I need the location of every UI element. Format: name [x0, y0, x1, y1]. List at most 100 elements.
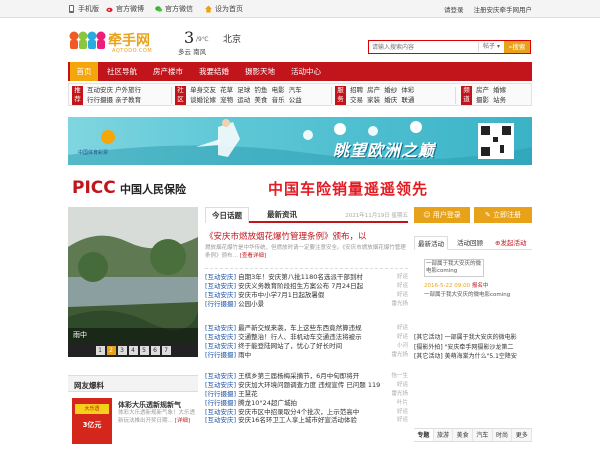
news-row[interactable]: [互动安庆] 安庆义务教育阶段招生方案公布 7月24日起 好运	[205, 282, 408, 291]
event-description[interactable]: 一部属于我大安庆的微电影coming	[424, 290, 510, 298]
slider-page[interactable]: 4	[128, 345, 138, 355]
news-row[interactable]: [互动安庆] 终于能登陆网站了，忧心了好长时间 小河	[205, 342, 408, 351]
news-title[interactable]: 自期3年！安庆第八批1180名选派干部到村	[238, 273, 363, 281]
cat-link[interactable]: 婚庆	[384, 96, 397, 104]
cat-link[interactable]: 电影	[272, 86, 285, 94]
register-button[interactable]: ✎ 立即注册	[474, 207, 532, 223]
nav-events[interactable]: 活动中心	[286, 62, 326, 81]
tab-fashion[interactable]: 时尚	[493, 429, 513, 441]
news-tag[interactable]: [互动安庆]	[205, 324, 236, 332]
news-row[interactable]: [互动安庆] 王棋乡第三届杨梅采摘节，6月中旬即将开 怡一生	[205, 372, 408, 381]
news-tag[interactable]: [互动安庆]	[205, 282, 236, 290]
news-row[interactable]: [行行摄摄] 雨中 雷光扬	[205, 351, 408, 360]
tab-latest-events[interactable]: 最新活动	[414, 236, 448, 250]
tab-more[interactable]: 更多	[512, 429, 533, 441]
netizen-thumbnail[interactable]: 大乐透 3亿元	[72, 398, 112, 444]
news-title[interactable]: 腾龙10°24超广城拍	[238, 399, 297, 407]
nav-wedding[interactable]: 我要结婚	[194, 62, 234, 81]
news-tag[interactable]: [行行摄摄]	[205, 351, 236, 359]
news-tag[interactable]: [互动安庆]	[205, 416, 236, 424]
register-link[interactable]: 注册安庆牵手网用户	[474, 4, 533, 14]
cat-link[interactable]: 花草	[220, 86, 233, 94]
login-link[interactable]: 请登录	[444, 4, 464, 14]
event-list-item[interactable]: [摄影外拍] "安庆牵手网摄影沙龙第二	[414, 343, 532, 353]
nav-real-estate[interactable]: 房产楼市	[148, 62, 188, 81]
cat-link[interactable]: 汽车	[289, 86, 302, 94]
set-home-link[interactable]: 设为首页	[205, 4, 243, 14]
news-title[interactable]: 交通整治！行人、非机动车交通违法将被示	[238, 333, 362, 341]
cat-link[interactable]: 招聘	[350, 86, 363, 94]
nav-community[interactable]: 社区导航	[102, 62, 142, 81]
news-tag[interactable]: [行行摄摄]	[205, 399, 236, 407]
event-list-item[interactable]: [其它活动] 一部属于我大安庆的微电影	[414, 333, 532, 343]
featured-slider[interactable]: 雨中 1 2 3 4 5 6 7	[68, 207, 198, 357]
cat-link[interactable]: 户外旅行	[115, 86, 141, 94]
search-button[interactable]: ⌕搜索	[504, 41, 530, 53]
cat-link[interactable]: 音乐	[272, 96, 285, 104]
weibo-link[interactable]: 官方微博	[106, 4, 144, 14]
news-title[interactable]: 最严新交规来袭，车上这些东西竟然算违规	[238, 324, 362, 332]
news-title[interactable]: 安庆义务教育阶段招生方案公布 7月24日起	[238, 282, 363, 290]
slider-page[interactable]: 3	[117, 345, 127, 355]
picc-banner[interactable]: PICC 中国人民保险 中国车险销量遥遥领先	[68, 172, 532, 204]
mobile-link[interactable]: 手机版	[68, 4, 99, 14]
news-row[interactable]: [行行摄摄] 公园小景 雷光扬	[205, 300, 408, 309]
news-row[interactable]: [行行摄摄] 王慧花 雷光扬	[205, 390, 408, 399]
news-row[interactable]: [互动安庆] 交通整治！行人、非机动车交通违法将被示 好运	[205, 333, 408, 342]
search-input[interactable]	[369, 41, 477, 53]
tab-event-review[interactable]: 活动回顾	[454, 236, 486, 250]
news-tag[interactable]: [互动安庆]	[205, 291, 236, 299]
cat-link[interactable]: 美食	[254, 96, 267, 104]
nav-home[interactable]: 首页	[70, 62, 98, 81]
slider-page[interactable]: 6	[150, 345, 160, 355]
news-tag[interactable]: [互动安庆]	[205, 273, 236, 281]
news-tag[interactable]: [互动安庆]	[205, 372, 236, 380]
cat-link[interactable]: 单身交友	[190, 86, 216, 94]
slider-page[interactable]: 7	[161, 345, 171, 355]
news-title[interactable]: 王棋乡第三届杨梅采摘节，6月中旬即将开	[238, 372, 359, 380]
headline-link[interactable]: 《安庆市燃放烟花爆竹管理条例》颁布，以	[205, 230, 408, 242]
news-row[interactable]: [互动安庆] 安庆16名环卫工人享上城市好宣活动体验 好运	[205, 416, 408, 425]
cat-link[interactable]: 房产	[367, 86, 380, 94]
news-tag[interactable]: [行行摄摄]	[205, 390, 236, 398]
cat-link[interactable]: 婚嫁	[493, 86, 506, 94]
news-tag[interactable]: [互动安庆]	[205, 342, 236, 350]
cat-link[interactable]: 房产	[476, 86, 489, 94]
cat-link[interactable]: 运动	[237, 96, 250, 104]
summary-more-link[interactable]: [查看详细]	[240, 253, 266, 259]
cat-link[interactable]: 谈婚论嫁	[190, 96, 216, 104]
news-row[interactable]: [行行摄摄] 腾龙10°24超广城拍 叶片	[205, 399, 408, 408]
news-title[interactable]: 雨中	[238, 351, 251, 359]
news-tag[interactable]: [互动安庆]	[205, 333, 236, 341]
slider-page-active[interactable]: 2	[106, 345, 116, 355]
news-title[interactable]: 安庆市区中招录取分4个批次，上示范高中	[238, 408, 359, 416]
cat-link[interactable]: 站务	[493, 96, 506, 104]
netizen-item-title[interactable]: 体彩大乐透新规新气	[118, 400, 181, 410]
search-type-select[interactable]: 帖子 ▾	[478, 42, 504, 52]
news-row[interactable]: [互动安庆] 最严新交规来袭，车上这些东西竟然算违规 好运	[205, 324, 408, 333]
wechat-link[interactable]: 官方微信	[155, 4, 193, 14]
cat-link[interactable]: 联通	[401, 96, 414, 104]
news-title[interactable]: 终于能登陆网站了，忧心了好长时间	[238, 342, 342, 350]
tab-latest-news[interactable]: 最新资讯	[261, 207, 303, 223]
news-title[interactable]: 公园小景	[238, 300, 264, 308]
news-title[interactable]: 安庆加大环境问题调查力度 违规宣传 已问题 119	[238, 381, 380, 389]
nav-photography[interactable]: 摄影天地	[240, 62, 280, 81]
cat-link[interactable]: 公益	[289, 96, 302, 104]
news-tag[interactable]: [互动安庆]	[205, 381, 236, 389]
cat-link[interactable]: 足球	[237, 86, 250, 94]
news-row[interactable]: [互动安庆] 安庆市区中招录取分4个批次，上示范高中 好运	[205, 408, 408, 417]
news-title[interactable]: 安庆16名环卫工人享上城市好宣活动体验	[238, 416, 357, 424]
news-row[interactable]: [互动安庆] 安庆加大环境问题调查力度 违规宣传 已问题 119 好运	[205, 381, 408, 390]
cat-link[interactable]: 宠物	[220, 96, 233, 104]
slider-page[interactable]: 1	[95, 345, 105, 355]
cat-link[interactable]: 摄影	[476, 96, 489, 104]
tab-launch-event[interactable]: ⊕发起活动	[492, 236, 529, 250]
tab-special[interactable]: 专题	[414, 429, 434, 441]
tab-food[interactable]: 美食	[453, 429, 474, 441]
tab-auto[interactable]: 汽车	[473, 429, 493, 441]
event-thumbnail[interactable]: 一部属于我大安庆的微电影coming	[424, 259, 484, 277]
news-row[interactable]: [互动安庆] 安庆市中小学7月1日起放暑假 好运	[205, 291, 408, 300]
tab-travel[interactable]: 旅游	[434, 429, 454, 441]
cat-link[interactable]: 钓鱼	[254, 86, 267, 94]
